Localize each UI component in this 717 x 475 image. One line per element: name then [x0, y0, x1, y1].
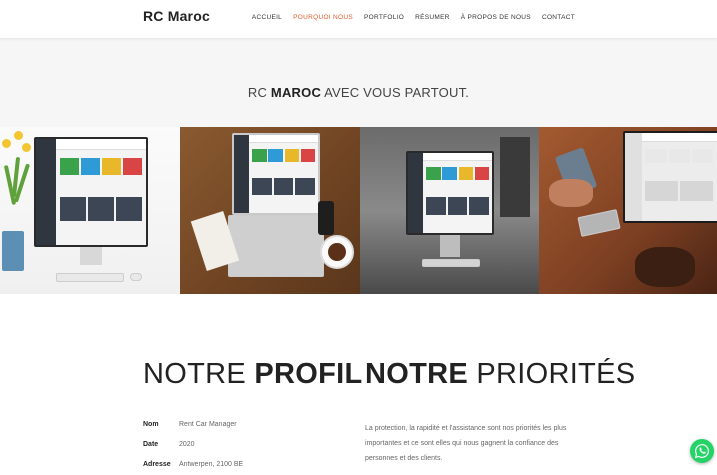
main-nav: ACCUEIL POURQUOI NOUS PORTFOLIO RÉSUMER …: [252, 14, 575, 21]
profil-title-light: NOTRE: [143, 358, 255, 390]
tagline-suffix: AVEC VOUS PARTOUT.: [321, 85, 470, 100]
nav-a-propos[interactable]: À PROPOS DE NOUS: [461, 14, 531, 21]
info-value: Rent Car Manager: [179, 421, 237, 428]
priorites-title-light: PRIORITÉS: [468, 358, 636, 390]
profil-title-bold: PROFIL: [254, 358, 363, 390]
tagline-bold: MAROC: [270, 85, 322, 100]
priorites-title-bold: NOTRE: [365, 358, 468, 390]
brand-logo[interactable]: RC Maroc: [143, 8, 210, 24]
info-value: 2020: [179, 441, 195, 448]
imac-office-bw-photo: [360, 127, 539, 294]
navbar: RC Maroc ACCUEIL POURQUOI NOUS PORTFOLIO…: [0, 0, 717, 38]
hero-section: RC MAROC AVEC VOUS PARTOUT.: [0, 38, 717, 127]
nav-accueil[interactable]: ACCUEIL: [252, 14, 282, 21]
whatsapp-icon: [694, 444, 709, 459]
nav-pourquoi-nous[interactable]: POURQUOI NOUS: [293, 14, 353, 21]
hero-tagline: RC MAROC AVEC VOUS PARTOUT.: [0, 85, 717, 100]
info-key: Adresse: [143, 461, 171, 468]
profil-title: NOTRE PROFIL: [143, 358, 363, 391]
imac-dashboard-photo: [0, 127, 180, 294]
priorites-text: La protection, la rapidité et l'assistan…: [365, 425, 567, 462]
info-value: Antwerpen, 2100 BE: [179, 461, 244, 468]
gallery-strip: [0, 127, 717, 294]
tagline-prefix: RC: [247, 85, 271, 100]
nav-portfolio[interactable]: PORTFOLIO: [364, 14, 404, 21]
priorites-title: NOTRE PRIORITÉS: [365, 358, 635, 391]
laptop-wooden-desk-photo: [180, 127, 360, 294]
info-key: Nom: [143, 421, 159, 428]
info-key: Date: [143, 441, 159, 448]
whatsapp-button[interactable]: [690, 439, 714, 463]
laptop-hands-phone-photo: [539, 127, 717, 294]
nav-resumer[interactable]: RÉSUMER: [415, 14, 450, 21]
nav-contact[interactable]: CONTACT: [542, 14, 575, 21]
